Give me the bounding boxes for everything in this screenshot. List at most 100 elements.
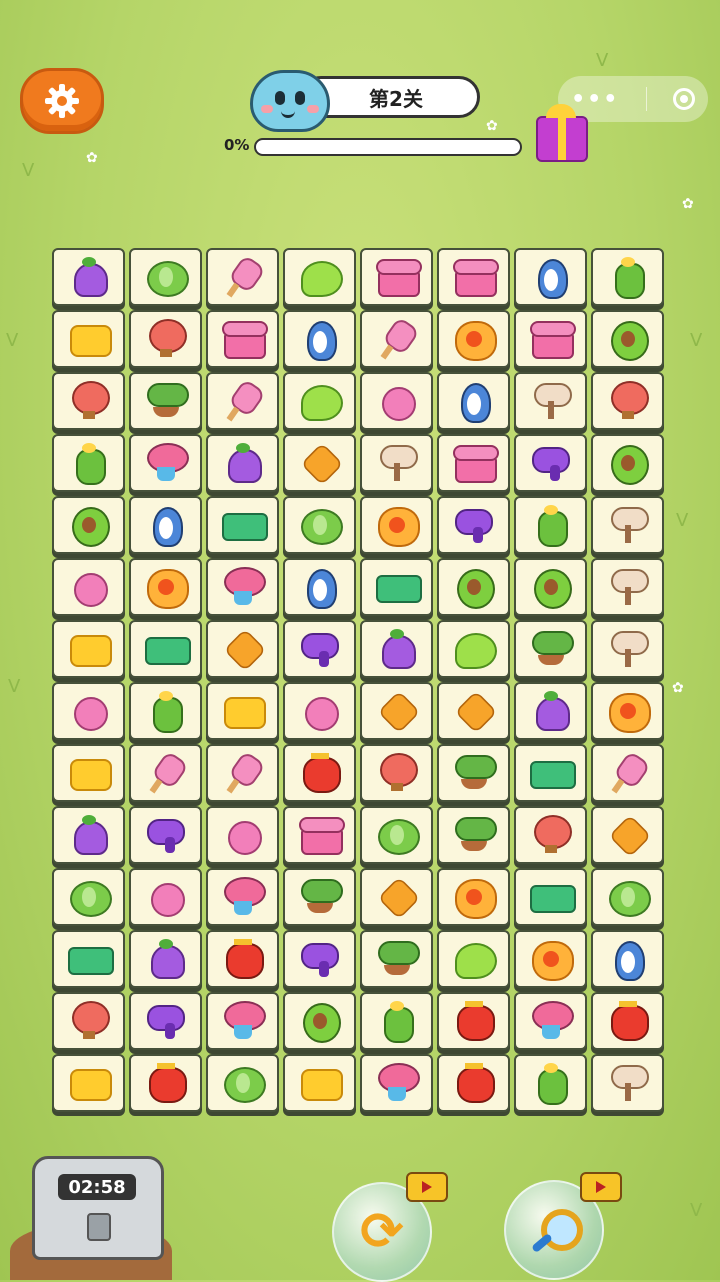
tile[interactable]: [283, 558, 356, 616]
tile[interactable]: [283, 930, 356, 988]
tile[interactable]: [129, 930, 202, 988]
tile[interactable]: [129, 620, 202, 678]
tile[interactable]: [437, 372, 510, 430]
tile[interactable]: [52, 248, 125, 306]
tile[interactable]: [129, 558, 202, 616]
tile[interactable]: [129, 744, 202, 802]
tile[interactable]: [206, 310, 279, 368]
settings-button[interactable]: [20, 68, 104, 134]
tile[interactable]: [52, 620, 125, 678]
tile[interactable]: [437, 868, 510, 926]
tile[interactable]: [129, 372, 202, 430]
tile[interactable]: [591, 248, 664, 306]
tile[interactable]: [283, 1054, 356, 1112]
more-dots-icon[interactable]: •••: [571, 87, 619, 112]
tile[interactable]: [360, 806, 433, 864]
tile[interactable]: [129, 806, 202, 864]
tile[interactable]: [591, 744, 664, 802]
tile[interactable]: [283, 620, 356, 678]
tile[interactable]: [129, 496, 202, 554]
tile[interactable]: [360, 434, 433, 492]
tile[interactable]: [514, 930, 587, 988]
tile[interactable]: [514, 744, 587, 802]
tile[interactable]: [52, 744, 125, 802]
tile[interactable]: [437, 1054, 510, 1112]
tile[interactable]: [206, 496, 279, 554]
tile[interactable]: [52, 1054, 125, 1112]
tile[interactable]: [514, 1054, 587, 1112]
tile[interactable]: [514, 310, 587, 368]
tile[interactable]: [129, 868, 202, 926]
tile[interactable]: [360, 1054, 433, 1112]
tile[interactable]: [52, 372, 125, 430]
tile[interactable]: [437, 310, 510, 368]
tile[interactable]: [283, 868, 356, 926]
tile[interactable]: [360, 868, 433, 926]
tile[interactable]: [514, 806, 587, 864]
tile[interactable]: [129, 434, 202, 492]
tile[interactable]: [514, 434, 587, 492]
tile[interactable]: [206, 868, 279, 926]
tile[interactable]: [360, 744, 433, 802]
tile[interactable]: [360, 682, 433, 740]
tile[interactable]: [52, 992, 125, 1050]
treasure-chest[interactable]: [32, 1156, 164, 1260]
tile[interactable]: [360, 558, 433, 616]
tile[interactable]: [591, 434, 664, 492]
tile[interactable]: [206, 248, 279, 306]
tile[interactable]: [206, 620, 279, 678]
tile[interactable]: [206, 744, 279, 802]
tile[interactable]: [514, 372, 587, 430]
tile[interactable]: [283, 992, 356, 1050]
tile[interactable]: [52, 868, 125, 926]
tile[interactable]: [514, 620, 587, 678]
tile[interactable]: [514, 558, 587, 616]
tile[interactable]: [283, 496, 356, 554]
tile[interactable]: [514, 248, 587, 306]
tile[interactable]: [360, 372, 433, 430]
tile[interactable]: [129, 1054, 202, 1112]
tile[interactable]: [360, 248, 433, 306]
tile[interactable]: [437, 682, 510, 740]
tile[interactable]: [591, 372, 664, 430]
tile[interactable]: [52, 310, 125, 368]
tile[interactable]: [206, 806, 279, 864]
tile[interactable]: [360, 496, 433, 554]
tile[interactable]: [283, 372, 356, 430]
tile[interactable]: [206, 372, 279, 430]
tile[interactable]: [206, 930, 279, 988]
tile[interactable]: [437, 620, 510, 678]
tile[interactable]: [437, 496, 510, 554]
tile[interactable]: [129, 248, 202, 306]
tile[interactable]: [283, 248, 356, 306]
tile[interactable]: [360, 930, 433, 988]
tile[interactable]: [206, 558, 279, 616]
tile[interactable]: [52, 434, 125, 492]
tile[interactable]: [591, 682, 664, 740]
tile[interactable]: [591, 868, 664, 926]
tile[interactable]: [129, 992, 202, 1050]
tile[interactable]: [360, 992, 433, 1050]
tile[interactable]: [52, 496, 125, 554]
tile[interactable]: [283, 806, 356, 864]
tile[interactable]: [591, 558, 664, 616]
tile[interactable]: [206, 992, 279, 1050]
tile[interactable]: [52, 682, 125, 740]
tile[interactable]: [206, 434, 279, 492]
tile[interactable]: [283, 310, 356, 368]
tile[interactable]: [52, 806, 125, 864]
tile[interactable]: [52, 930, 125, 988]
tile[interactable]: [437, 248, 510, 306]
tile[interactable]: [514, 682, 587, 740]
tile[interactable]: [206, 1054, 279, 1112]
tile[interactable]: [129, 682, 202, 740]
tile[interactable]: [283, 682, 356, 740]
tile[interactable]: [437, 806, 510, 864]
tile[interactable]: [437, 744, 510, 802]
tile[interactable]: [437, 930, 510, 988]
tile[interactable]: [437, 434, 510, 492]
tile[interactable]: [591, 310, 664, 368]
tile[interactable]: [360, 310, 433, 368]
tile[interactable]: [514, 868, 587, 926]
tile[interactable]: [591, 806, 664, 864]
